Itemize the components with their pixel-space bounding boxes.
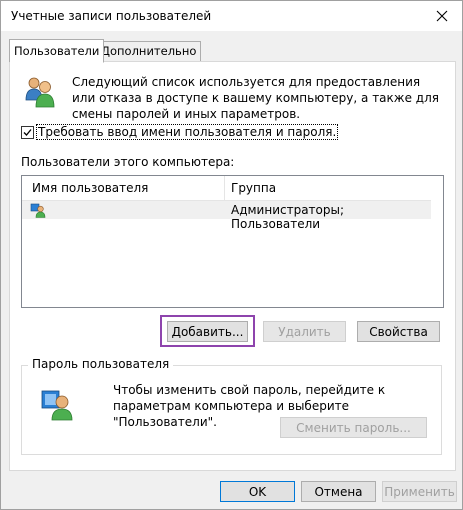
tab-advanced[interactable]: Дополнительно <box>96 41 202 62</box>
users-tab-panel: Следующий список используется для предос… <box>9 61 456 471</box>
title-bar: Учетные записи пользователей <box>1 1 462 31</box>
users-group-icon <box>25 77 55 108</box>
checkmark-icon <box>23 128 32 136</box>
password-group-title: Пароль пользователя <box>28 357 174 371</box>
ok-button[interactable]: OK <box>220 481 295 502</box>
user-group-cell: Администраторы; Пользователи <box>231 203 345 231</box>
column-header-username[interactable]: Имя пользователя <box>32 181 148 195</box>
cancel-button[interactable]: Отмена <box>301 481 376 502</box>
tab-users[interactable]: Пользователи <box>9 39 105 63</box>
properties-button[interactable]: Свойства <box>357 321 440 342</box>
apply-button[interactable]: Применить <box>382 481 457 502</box>
intro-description: Следующий список используется для предос… <box>72 75 439 121</box>
change-password-button[interactable]: Сменить пароль... <box>280 417 427 438</box>
column-divider[interactable] <box>224 176 225 200</box>
list-header: Имя пользователя Группа <box>22 176 431 201</box>
user-account-icon <box>30 203 46 218</box>
remove-user-button[interactable]: Удалить <box>263 321 346 342</box>
require-login-option[interactable]: Требовать ввод имени пользователя и паро… <box>21 124 339 140</box>
user-accounts-window: Учетные записи пользователей Пользовател… <box>0 0 463 510</box>
column-header-group[interactable]: Группа <box>231 181 276 195</box>
require-login-label[interactable]: Требовать ввод имени пользователя и паро… <box>35 124 339 140</box>
close-button[interactable] <box>430 5 454 27</box>
require-login-checkbox[interactable] <box>21 125 34 139</box>
close-icon <box>436 10 448 22</box>
user-password-icon <box>41 390 73 421</box>
users-list[interactable]: Имя пользователя Группа Администраторы; … <box>21 175 444 308</box>
add-user-button[interactable]: Добавить... <box>167 321 248 342</box>
table-row[interactable]: Администраторы; Пользователи <box>22 201 431 231</box>
users-list-label: Пользователи этого компьютера: <box>21 155 235 169</box>
window-title: Учетные записи пользователей <box>11 9 212 23</box>
